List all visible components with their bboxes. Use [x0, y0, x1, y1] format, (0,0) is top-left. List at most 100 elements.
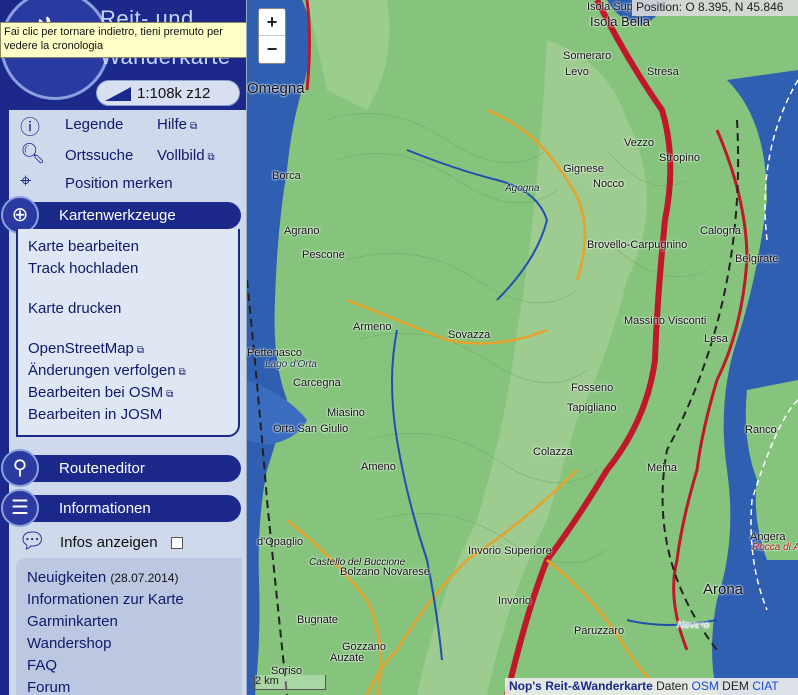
place-label: Gignese [563, 163, 604, 175]
place-label: Tapigliano [567, 402, 617, 414]
place-label: Brovello-Carpugnino [587, 239, 688, 251]
attribution: Nop's Reit-&Wanderkarte Daten OSM DEM CI… [505, 678, 798, 695]
forum-link[interactable]: Forum [27, 679, 70, 695]
attribution-brand-link[interactable]: Nop's Reit-&Wanderkarte [509, 679, 653, 693]
attribution-dem-label: DEM [722, 679, 749, 693]
place-label: Stresa [647, 66, 679, 78]
section-title: Routeneditor [59, 460, 145, 477]
scale-indicator[interactable]: 1:108k z12 [96, 80, 240, 106]
place-label: Armeno [353, 321, 392, 333]
place-label: Bugnate [297, 614, 338, 626]
list-icon: ☰ [1, 489, 39, 527]
place-label: Arona [703, 581, 744, 598]
hiking-shop-link[interactable]: Wandershop [27, 635, 112, 652]
place-label: Meina [647, 462, 677, 474]
help-link[interactable]: Hilfe ⧉ [157, 116, 197, 133]
place-label: Ranco [745, 424, 777, 436]
place-label: Nevero [677, 620, 710, 631]
track-changes-link[interactable]: Änderungen verfolgen ⧉ [28, 362, 186, 379]
news-panel: Neuigkeiten (28.07.2014) Informationen z… [16, 558, 242, 695]
info-icon[interactable]: ⓘ [20, 111, 40, 140]
place-label: Orta San Giulio [273, 423, 349, 435]
fullscreen-link[interactable]: Vollbild ⧉ [157, 147, 215, 164]
place-search-link[interactable]: Ortssuche [65, 147, 133, 164]
route-editor-icon: ⚲ [1, 449, 39, 487]
scale-label: 1:108k z12 [137, 85, 211, 102]
scale-wedge-icon [105, 87, 131, 101]
map-scalebar: 2 km [254, 675, 326, 690]
openstreetmap-link[interactable]: OpenStreetMap ⧉ [28, 340, 144, 357]
save-position-label: Position merken [65, 175, 173, 192]
position-readout: Position: O 8.395, N 45.846 [632, 0, 798, 16]
place-label: Someraro [563, 50, 612, 62]
place-label: Vezzo [624, 137, 654, 149]
place-label: Agogna [505, 183, 540, 194]
map-info-link[interactable]: Informationen zur Karte [27, 591, 184, 608]
place-search-label: Ortssuche [65, 147, 134, 164]
place-label: Lago d'Orta [265, 359, 317, 370]
map-tools-panel: Karte bearbeiten Track hochladen Karte d… [16, 229, 240, 437]
edit-map-link[interactable]: Karte bearbeiten [28, 238, 139, 255]
place-label: Borca [272, 170, 301, 182]
edit-osm-link[interactable]: Bearbeiten bei OSM ⧉ [28, 384, 173, 401]
upload-track-link[interactable]: Track hochladen [28, 260, 138, 277]
place-label: Bolzano Novarese [340, 566, 430, 578]
external-link-icon: ⧉ [136, 345, 145, 356]
section-kartenwerkzeuge[interactable]: ⊕ Kartenwerkzeuge [1, 196, 241, 234]
fullscreen-label: Vollbild [157, 147, 205, 164]
edit-osm-label: Bearbeiten bei OSM [28, 384, 164, 401]
help-label: Hilfe [157, 116, 188, 133]
place-label: Stropino [659, 152, 700, 164]
place-label: Belgirate [735, 253, 779, 265]
place-label: Auzate [330, 652, 365, 664]
edit-josm-link[interactable]: Bearbeiten in JOSM [28, 406, 162, 423]
place-label: Pescone [302, 249, 345, 261]
faq-link[interactable]: FAQ [27, 657, 57, 674]
crosshair-icon[interactable]: ⌖ [20, 170, 31, 193]
zoom-in-button[interactable]: + [259, 9, 285, 36]
zoom-control: + − [258, 8, 286, 64]
place-label: d'Opaglio [257, 536, 304, 548]
place-label: Miasino [327, 407, 365, 419]
legend-label: Legende [65, 116, 124, 133]
attribution-osm-link[interactable]: OSM [691, 679, 718, 693]
place-label: Gozzano [342, 641, 387, 653]
section-title: Kartenwerkzeuge [59, 207, 176, 224]
place-label: Agrano [284, 225, 320, 237]
place-label: Pettenasco [247, 347, 303, 359]
external-link-icon: ⧉ [190, 121, 198, 132]
magnifier-icon[interactable]: 🔍︎ [20, 141, 45, 166]
place-label: Massino Visconti [624, 315, 707, 327]
show-infos-checkbox[interactable] [171, 537, 183, 549]
scalebar-label: 2 km [255, 675, 279, 687]
garmin-maps-link[interactable]: Garminkarten [27, 613, 118, 630]
place-label: Ameno [361, 461, 396, 473]
save-position-link[interactable]: Position merken [65, 175, 173, 192]
news-link[interactable]: Neuigkeiten (28.07.2014) [27, 569, 178, 586]
place-label: Rocca di Angera [752, 542, 798, 553]
section-informationen[interactable]: ☰ Informationen [1, 489, 241, 527]
track-changes-label: Änderungen verfolgen [28, 362, 176, 379]
place-label: Paruzzaro [574, 625, 625, 637]
map-canvas[interactable]: Isola Bella Isola Supe Someraro Levo Str… [247, 0, 798, 695]
print-map-link[interactable]: Karte drucken [28, 300, 121, 317]
openstreetmap-label: OpenStreetMap [28, 340, 134, 357]
section-title: Informationen [59, 500, 151, 517]
place-label: Calogna [700, 225, 741, 237]
place-label: Omegna [247, 80, 305, 97]
attribution-ciat-link[interactable]: CIAT [752, 679, 778, 693]
place-label: Colazza [533, 446, 573, 458]
sidebar: ♞ Reit- und Wanderkarte 1:108k z12 Fai c… [0, 0, 247, 695]
legend-link[interactable]: Legende [65, 116, 123, 133]
external-link-icon: ⧉ [166, 389, 174, 400]
external-link-icon: ⧉ [207, 152, 215, 163]
place-label: Lesa [704, 333, 728, 345]
section-routeneditor[interactable]: ⚲ Routeneditor [1, 449, 241, 487]
news-date: (28.07.2014) [110, 571, 179, 585]
speech-bubble-icon: 💬︎ [18, 528, 46, 553]
place-label: Sovazza [448, 329, 491, 341]
place-label: Carcegna [293, 377, 341, 389]
zoom-out-button[interactable]: − [259, 36, 285, 62]
place-label: Levo [565, 66, 589, 78]
attribution-data-label: Daten [656, 679, 689, 693]
